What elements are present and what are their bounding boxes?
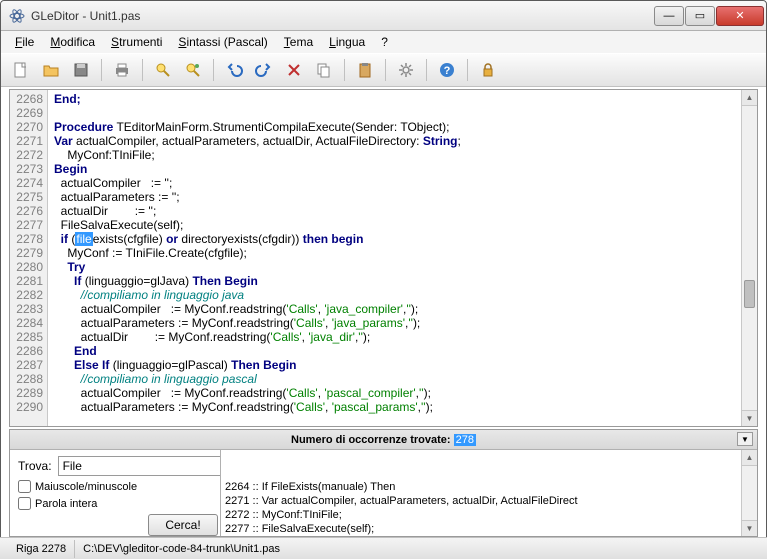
toolbar: ? (1, 53, 766, 87)
scroll-thumb[interactable] (744, 280, 755, 308)
lock-button[interactable] (474, 56, 502, 84)
search-label: Trova: (18, 459, 52, 473)
status-bar: Riga 2278 C:\DEV\gleditor-code-84-trunk\… (0, 537, 767, 559)
save-file-button[interactable] (67, 56, 95, 84)
search-result-item[interactable]: 2277 :: FileSalvaExecute(self); (225, 522, 753, 536)
search-input[interactable] (58, 456, 223, 476)
menu-modifica[interactable]: Modifica (44, 33, 101, 51)
collapse-button[interactable]: ▼ (737, 432, 753, 446)
search-title-bar: Numero di occorrenze trovate: 278 ▼ (10, 430, 757, 450)
redo-button[interactable] (250, 56, 278, 84)
undo-button[interactable] (220, 56, 248, 84)
menu-lingua[interactable]: Lingua (323, 33, 371, 51)
menu-strumenti[interactable]: Strumenti (105, 33, 168, 51)
help-button[interactable]: ? (433, 56, 461, 84)
menu-bar: File Modifica Strumenti Sintassi (Pascal… (1, 31, 766, 53)
search-result-item[interactable]: 2272 :: MyConf:TIniFile; (225, 508, 753, 522)
menu-help[interactable]: ? (375, 33, 394, 51)
vertical-scrollbar[interactable]: ▲ ▼ (741, 90, 757, 426)
line-number-gutter: 2268226922702271227222732274227522762277… (10, 90, 48, 426)
status-path: C:\DEV\gleditor-code-84-trunk\Unit1.pas (75, 540, 759, 558)
minimize-button[interactable]: — (654, 6, 684, 26)
search-result-item[interactable]: 2264 :: If FileExists(manuale) Then (225, 480, 753, 494)
window-title: GLeDitor - Unit1.pas (31, 9, 654, 23)
search-panel: Numero di occorrenze trovate: 278 ▼ Trov… (9, 429, 758, 537)
scroll-down-icon[interactable]: ▼ (742, 520, 757, 536)
svg-text:?: ? (444, 65, 451, 77)
delete-button[interactable] (280, 56, 308, 84)
menu-file[interactable]: File (9, 33, 40, 51)
paste-button[interactable] (351, 56, 379, 84)
scroll-up-icon[interactable]: ▲ (742, 90, 757, 106)
app-icon (9, 8, 25, 24)
case-checkbox[interactable]: Maiuscole/minuscole (18, 480, 212, 493)
menu-sintassi[interactable]: Sintassi (Pascal) (172, 33, 273, 51)
close-button[interactable]: ✕ (716, 6, 764, 26)
scroll-up-icon[interactable]: ▲ (742, 450, 757, 466)
whole-word-checkbox[interactable]: Parola intera (18, 497, 212, 510)
settings-button[interactable] (392, 56, 420, 84)
menu-tema[interactable]: Tema (278, 33, 319, 51)
code-area[interactable]: End;Procedure TEditorMainForm.StrumentiC… (48, 90, 757, 426)
results-scrollbar[interactable]: ▲ ▼ (741, 450, 757, 536)
status-line: Riga 2278 (8, 540, 75, 558)
scroll-down-icon[interactable]: ▼ (742, 410, 757, 426)
search-result-item[interactable]: 2271 :: Var actualCompiler, actualParame… (225, 494, 753, 508)
maximize-button[interactable]: ▭ (685, 6, 715, 26)
code-editor[interactable]: 2268226922702271227222732274227522762277… (9, 89, 758, 427)
search-button[interactable]: Cerca! (148, 514, 218, 536)
new-file-button[interactable] (7, 56, 35, 84)
print-button[interactable] (108, 56, 136, 84)
copy-button[interactable] (310, 56, 338, 84)
search-results-list[interactable]: 2264 :: If FileExists(manuale) Then2271 … (220, 450, 757, 536)
open-file-button[interactable] (37, 56, 65, 84)
search-title-label: Numero di occorrenze trovate: 278 (291, 434, 476, 446)
title-bar: GLeDitor - Unit1.pas — ▭ ✕ (1, 1, 766, 31)
replace-button[interactable] (179, 56, 207, 84)
find-button[interactable] (149, 56, 177, 84)
